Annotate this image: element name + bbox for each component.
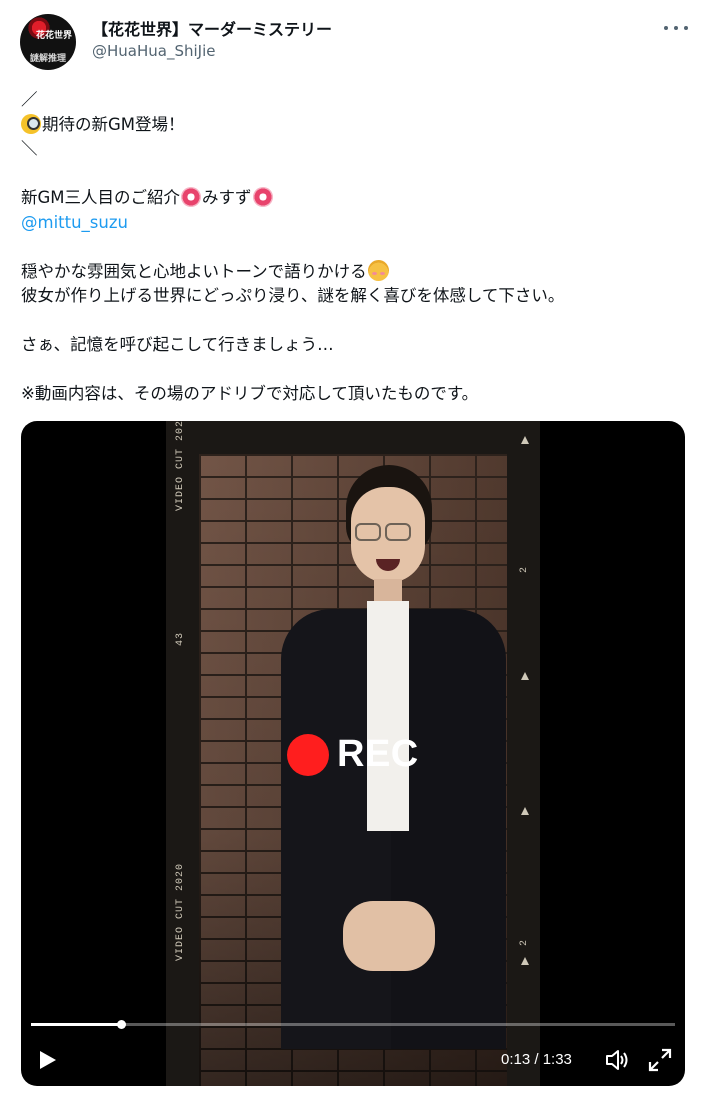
tweet-text: ／ 期待の新GM登場！ ＼ 新GM三人目のご紹介 みすず @mittu_suzu … <box>21 88 686 407</box>
cherry-blossom-emoji-icon <box>181 187 202 207</box>
more-options-icon[interactable] <box>664 18 688 38</box>
user-handle[interactable]: @HuaHua_ShiJie <box>92 42 215 60</box>
progress-knob[interactable] <box>117 1020 127 1029</box>
avatar-text-top: 花花世界 <box>35 31 72 41</box>
tweet-line: 期待の新GM登場！ <box>21 113 686 138</box>
film-arrow-icon <box>521 672 529 680</box>
play-icon[interactable] <box>35 1048 59 1072</box>
mention-link[interactable]: @mittu_suzu <box>21 211 686 236</box>
film-arrow-icon <box>521 957 529 965</box>
video-player[interactable]: VIDEO CUT 2020 43 VIDEO CUT 2020 2 2 REC… <box>21 421 685 1086</box>
video-time: 0:13 / 1:33 <box>501 1051 572 1068</box>
tweet-line: 新GM三人目のご紹介 みすず <box>21 186 686 211</box>
volume-icon[interactable] <box>604 1047 630 1073</box>
rec-dot-icon <box>287 734 329 776</box>
display-name[interactable]: 【花花世界】マーダーミステリー <box>92 16 332 40</box>
film-arrow-icon <box>521 436 529 444</box>
tweet-line: ※動画内容は、その場のアドリブで対応して頂いたものです。 <box>21 384 479 403</box>
film-label: VIDEO CUT 2020 <box>175 421 186 511</box>
fullscreen-icon[interactable] <box>647 1047 673 1073</box>
magnifying-glass-emoji-icon <box>21 113 41 134</box>
progress-fill <box>31 1023 122 1026</box>
tweet-line: さぁ、記憶を呼び起こして行きましょう… <box>21 335 334 354</box>
film-label: VIDEO CUT 2020 <box>175 862 186 961</box>
film-number-left: 43 <box>175 631 186 646</box>
video-progress-bar[interactable] <box>31 1020 675 1029</box>
rec-label: REC <box>337 733 419 775</box>
tweet-line: ／ <box>21 90 38 109</box>
avatar-text-bottom: 謎解推理 <box>29 54 66 64</box>
tweet-line: ＼ <box>21 139 38 158</box>
avatar[interactable]: 花花世界 謎解推理 <box>20 14 76 70</box>
tweet-line-text: 穏やかな雰囲気と心地よいトーンで語りかける <box>21 261 367 281</box>
tweet-line: 彼女が作り上げる世界にどっぷり浸り、謎を解く喜びを体感して下さい。 <box>21 286 565 305</box>
cherry-blossom-emoji-icon <box>252 187 273 207</box>
film-arrow-icon <box>521 807 529 815</box>
tweet-line-text: 期待の新GM登場！ <box>42 114 185 134</box>
tweet-line-text: 新GM三人目のご紹介 <box>21 188 181 207</box>
smiling-face-emoji-icon <box>367 259 389 281</box>
tweet-line-text: みすず <box>202 188 252 207</box>
tweet-line: 穏やかな雰囲気と心地よいトーンで語りかける <box>21 259 686 285</box>
